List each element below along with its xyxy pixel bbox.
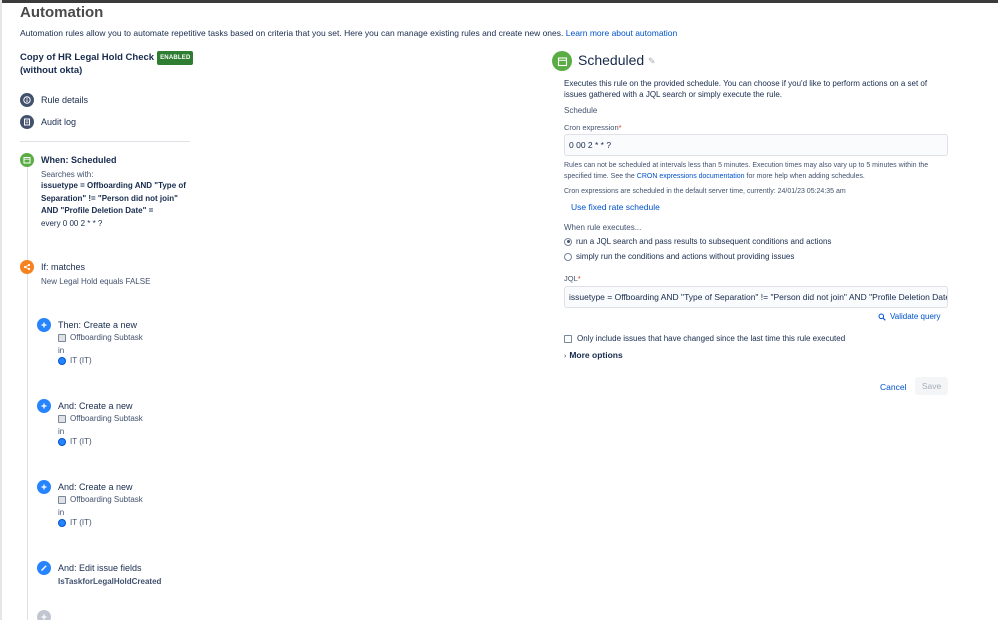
project-icon [58,518,66,527]
chevron-right-icon: › [564,353,567,360]
calendar-icon [20,153,34,167]
radio-selected[interactable] [564,237,572,246]
info-icon [20,93,34,107]
audit-log-nav[interactable]: Audit log [20,115,76,129]
project-icon [58,356,66,365]
action-in: in [58,427,65,436]
cron-docs-link[interactable]: CRON expressions documentation [637,173,745,180]
option-jql-label: run a JQL search and pass results to sub… [576,237,832,246]
option-simple-label: simply run the conditions and actions wi… [576,252,795,261]
document-icon [20,115,34,129]
only-changed-checkbox-row[interactable]: Only include issues that have changed si… [564,334,845,343]
trigger-jql-line2: Separation" != "Person did not join" [41,194,178,203]
option-simple-radio[interactable]: simply run the conditions and actions wi… [564,252,794,261]
issue-type-label: Offboarding Subtask [70,414,143,423]
rule-flow-line [27,166,28,620]
page-title: Automation [20,4,104,21]
rule-name: Copy of HR Legal Hold Check ENABLED (with… [20,51,220,77]
add-component-icon[interactable] [37,610,51,620]
plus-icon [37,318,51,332]
audit-log-label: Audit log [41,117,77,127]
cron-help-text-2: for more help when adding schedules. [746,173,865,180]
project-label: IT (IT) [70,518,92,527]
subtask-icon [58,333,66,342]
rule-details-nav[interactable]: Rule details [20,93,88,107]
panel-description: Executes this rule on the provided sched… [564,79,928,99]
left-edge-line [0,0,2,620]
required-mark: * [577,274,581,283]
status-badge: ENABLED [157,51,194,65]
jql-label-text: JQL [564,274,578,283]
validate-query-link[interactable]: Validate query [878,312,941,321]
cancel-button[interactable]: Cancel [880,382,906,392]
only-changed-label: Only include issues that have changed si… [577,334,846,343]
project: IT (IT) [58,356,92,365]
project-label: IT (IT) [70,356,92,365]
project-label: IT (IT) [70,437,92,446]
plus-icon [37,480,51,494]
issue-type: Offboarding Subtask [58,333,143,342]
pencil-icon [37,561,51,575]
action-in: in [58,346,65,355]
panel-title: Scheduled [578,52,645,68]
subtask-icon [58,495,66,504]
fixed-rate-schedule-link[interactable]: Use fixed rate schedule [571,202,660,212]
trigger-searches-with: Searches with: [41,170,94,179]
server-time-text: Cron expressions are scheduled in the de… [564,188,846,195]
project: IT (IT) [58,518,92,527]
option-jql-radio[interactable]: run a JQL search and pass results to sub… [564,237,831,246]
edit-action-field: IsTaskforLegalHoldCreated [58,577,162,586]
rule-details-label: Rule details [41,95,89,105]
condition-title: If: matches [41,262,86,272]
action-title: And: Create a new [58,482,133,492]
cron-label-text: Cron expression [564,123,619,132]
plus-icon [37,399,51,413]
cron-label: Cron expression* [564,123,622,132]
rule-name-line1: Copy of HR Legal Hold Check [20,52,155,63]
jql-input[interactable]: issuetype = Offboarding AND "Type of Sep… [564,286,948,308]
search-icon [878,313,886,321]
calendar-icon [552,51,572,71]
only-changed-checkbox[interactable] [564,334,572,343]
action-title: Then: Create a new [58,320,138,330]
validate-query-label: Validate query [890,312,941,321]
issue-type-label: Offboarding Subtask [70,333,143,342]
branch-icon [20,260,34,274]
project-icon [58,437,66,446]
more-options-toggle[interactable]: › More options [564,350,623,360]
jql-label: JQL* [564,274,581,283]
trigger-schedule: every 0 00 2 * * ? [41,219,103,228]
trigger-title: When: Scheduled [41,155,117,165]
subtask-icon [58,414,66,423]
rule-name-line2: (without okta) [20,65,83,76]
trigger-jql-line1: issuetype = Offboarding AND "Type of [41,181,186,190]
intro-description: Automation rules allow you to automate r… [20,28,564,38]
issue-type: Offboarding Subtask [58,414,143,423]
cron-help: Rules can not be scheduled at intervals … [564,160,949,182]
action-in: in [58,508,65,517]
trigger-jql-line3: AND "Profile Deletion Date" = [41,206,154,215]
learn-more-link[interactable]: Learn more about automation [566,28,678,38]
edit-action-title: And: Edit issue fields [58,563,142,573]
cron-expression-input[interactable]: 0 00 2 * * ? [564,134,948,156]
intro-text: Automation rules allow you to automate r… [20,28,677,38]
when-executes-label: When rule executes... [564,223,642,232]
top-bar [0,0,998,3]
condition-text: New Legal Hold equals FALSE [41,277,151,286]
nav-divider [20,141,190,142]
radio-unselected[interactable] [564,252,572,261]
issue-type: Offboarding Subtask [58,495,143,504]
edit-title-pencil-icon[interactable]: ✎ [648,56,656,67]
required-mark: * [618,123,622,132]
issue-type-label: Offboarding Subtask [70,495,143,504]
action-title: And: Create a new [58,401,133,411]
project: IT (IT) [58,437,92,446]
more-options-label: More options [569,350,623,360]
schedule-label: Schedule [564,106,598,115]
save-button[interactable]: Save [915,377,948,395]
